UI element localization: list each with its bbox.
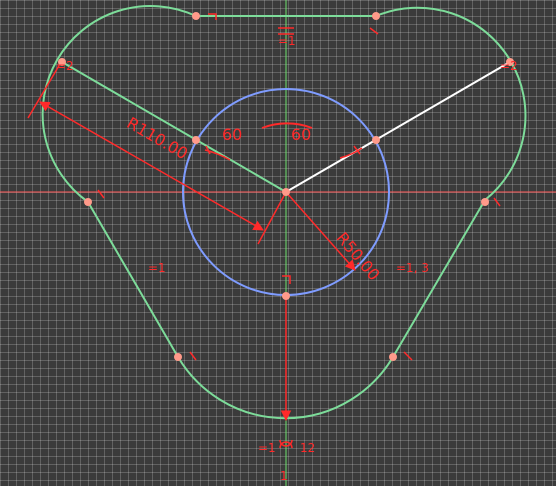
outer-profile[interactable] xyxy=(41,5,527,420)
point[interactable] xyxy=(174,353,182,361)
constraint-label-right-point: =2 xyxy=(500,59,518,73)
point[interactable] xyxy=(282,292,290,300)
constraint-label-left-mid: =1 xyxy=(148,261,166,275)
tangent-glyph xyxy=(369,27,379,35)
dim-r50-line-b xyxy=(257,191,287,245)
point[interactable] xyxy=(481,198,489,206)
constraint-label-right-mid: =1, 3 xyxy=(396,261,429,275)
tangent-glyph xyxy=(97,189,105,199)
point[interactable] xyxy=(372,12,380,20)
dim-angle-left-label[interactable]: 60 xyxy=(222,125,242,144)
constraint-label-bottom-sub: 1 xyxy=(280,469,288,483)
sketch-svg[interactable]: R110.00 R50.00 60 60 =1 =2 =2 =1 =1, 3 =… xyxy=(0,0,556,486)
construction-line-left[interactable] xyxy=(61,61,287,193)
construction-line-right[interactable] xyxy=(285,61,511,193)
point[interactable] xyxy=(372,136,380,144)
constraint-label-bottom-number: 12 xyxy=(300,441,315,455)
dim-r50-label[interactable]: R50.00 xyxy=(333,228,384,284)
dim-angle-center-label[interactable]: 60 xyxy=(291,125,311,144)
tangent-glyph xyxy=(493,197,501,207)
dim-r110-line xyxy=(39,101,264,231)
tangent-glyph xyxy=(403,351,413,361)
point[interactable] xyxy=(282,188,290,196)
sketch-canvas[interactable]: R110.00 R50.00 60 60 =1 =2 =2 =1 =1, 3 =… xyxy=(0,0,556,486)
point[interactable] xyxy=(192,12,200,20)
tangent-glyph xyxy=(189,351,197,361)
constraint-label-top: =1 xyxy=(278,34,296,48)
constraint-label-left-point: =2 xyxy=(56,59,74,73)
point[interactable] xyxy=(389,353,397,361)
constraint-label-bottom: =1 xyxy=(258,441,276,455)
point[interactable] xyxy=(192,136,200,144)
point[interactable] xyxy=(84,198,92,206)
